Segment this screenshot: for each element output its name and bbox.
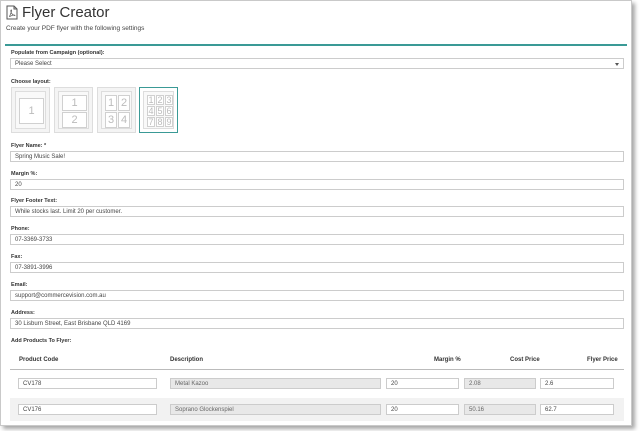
flyer-name-input[interactable]: Spring Music Sale!	[10, 151, 624, 162]
flyer-price-input[interactable]: 62.7	[540, 404, 614, 415]
footer-text-input[interactable]: While stocks last. Limit 20 per customer…	[10, 206, 624, 217]
layout-cell: 3	[105, 112, 117, 128]
layout-option-9[interactable]: 1 2 3 4 5 6 7 8 9	[139, 87, 178, 133]
layout-cell: 4	[118, 112, 130, 128]
add-products-label: Add Products To Flyer:	[11, 338, 72, 344]
layout-preview: 1 2 3 4	[101, 91, 132, 129]
campaign-select[interactable]: Please Select	[10, 58, 624, 69]
column-header-description: Description	[170, 357, 204, 363]
layout-cell: 8	[156, 116, 164, 127]
layout-cell: 1	[105, 95, 117, 111]
column-header-product-code: Product Code	[19, 357, 59, 363]
column-header-margin: Margin %	[434, 357, 461, 363]
chevron-down-icon	[615, 63, 619, 66]
table-row: CV178 Metal Kazoo 20 2.08 2.6	[10, 372, 624, 396]
margin-label: Margin %:	[11, 171, 38, 177]
address-label: Address:	[11, 310, 35, 316]
layout-cell: 3	[165, 94, 173, 105]
layout-option-4[interactable]: 1 2 3 4	[97, 87, 136, 133]
table-header-divider	[10, 369, 624, 370]
pdf-file-icon	[6, 5, 18, 19]
layout-cell: 6	[165, 105, 173, 116]
flyer-creator-window: Flyer Creator Create your PDF flyer with…	[0, 0, 632, 426]
page-title: Flyer Creator	[22, 3, 110, 21]
email-label: Email:	[11, 282, 28, 288]
products-table: Product Code Description Margin % Cost P…	[10, 350, 624, 425]
layout-preview: 1 2 3 4 5 6 7 8 9	[143, 91, 174, 129]
phone-input[interactable]: 07-3369-3733	[10, 234, 624, 245]
margin-percent-input[interactable]: 20	[386, 378, 459, 389]
layout-cell: 4	[147, 105, 155, 116]
table-row: CV176 Soprano Glockenspiel 20 50.16 62.7	[10, 398, 624, 421]
title-row: Flyer Creator	[6, 3, 626, 21]
layout-cell: 1	[19, 98, 44, 124]
flyer-name-label: Flyer Name: *	[11, 143, 47, 149]
layout-cell: 5	[156, 105, 164, 116]
layout-cell: 1	[62, 95, 87, 111]
column-header-flyer-price: Flyer Price	[587, 357, 618, 363]
product-code-input[interactable]: CV178	[18, 378, 157, 389]
flyer-price-input[interactable]: 2.6	[540, 378, 614, 389]
address-input[interactable]: 30 Lisburn Street, East Brisbane QLD 416…	[10, 318, 624, 329]
layout-label: Choose layout:	[11, 79, 51, 85]
layout-cell: 7	[147, 116, 155, 127]
page-subtitle: Create your PDF flyer with the following…	[6, 25, 145, 32]
header-divider	[5, 44, 627, 46]
description-field: Metal Kazoo	[170, 378, 381, 389]
campaign-label: Populate from Campaign (optional):	[11, 50, 105, 56]
column-header-cost-price: Cost Price	[510, 357, 540, 363]
product-code-input[interactable]: CV176	[18, 404, 157, 415]
layout-cell: 2	[156, 94, 164, 105]
fax-input[interactable]: 07-3891-3996	[10, 262, 624, 273]
layout-cell: 9	[165, 116, 173, 127]
cost-price-field: 2.08	[464, 378, 536, 389]
layout-option-2[interactable]: 1 2	[54, 87, 93, 133]
cost-price-field: 50.16	[464, 404, 536, 415]
footer-text-label: Flyer Footer Text:	[11, 198, 58, 204]
campaign-select-value: Please Select	[15, 61, 52, 67]
description-field: Soprano Glockenspiel	[170, 404, 381, 415]
layout-cell: 2	[62, 112, 87, 128]
page-header: Flyer Creator Create your PDF flyer with…	[1, 1, 631, 41]
layout-preview: 1 2	[58, 91, 89, 129]
fax-label: Fax:	[11, 254, 23, 260]
email-input[interactable]: support@commercevision.com.au	[10, 290, 624, 301]
margin-percent-input[interactable]: 20	[386, 404, 459, 415]
layout-option-1[interactable]: 1	[11, 87, 50, 133]
layout-preview: 1	[15, 91, 46, 129]
layout-cell: 2	[118, 95, 130, 111]
phone-label: Phone:	[11, 226, 30, 232]
layout-cell: 1	[147, 94, 155, 105]
margin-input[interactable]: 20	[10, 179, 624, 190]
